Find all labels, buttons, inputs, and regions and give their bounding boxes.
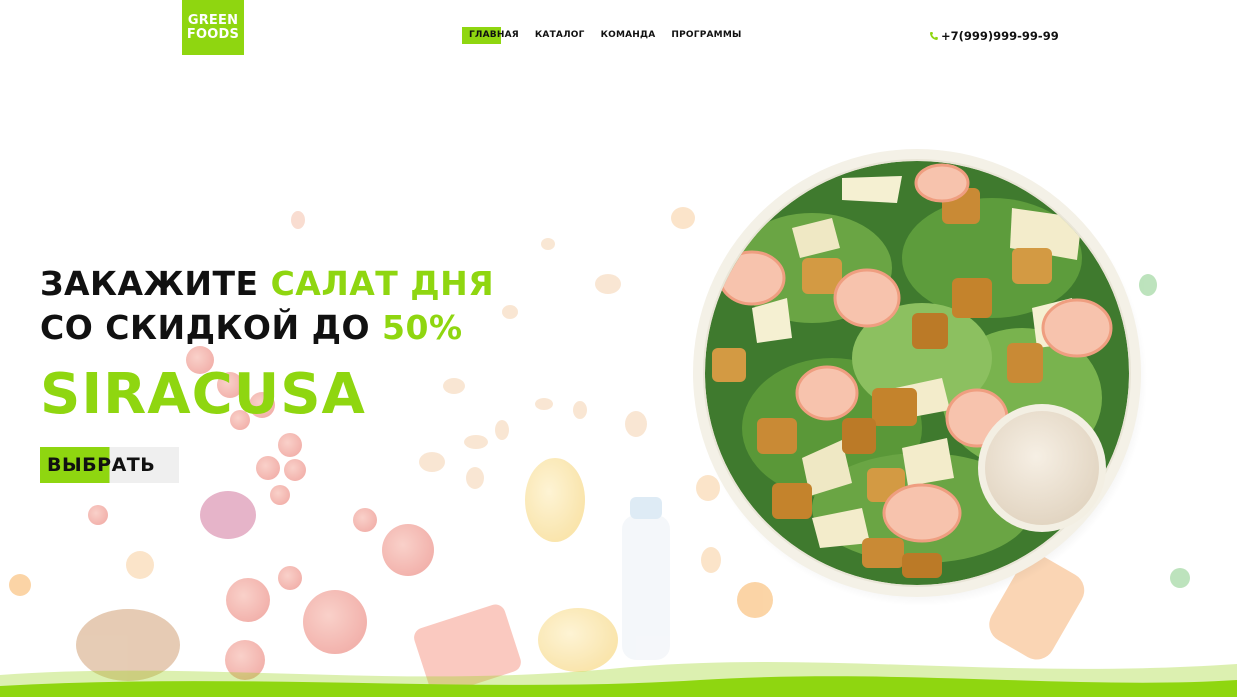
phone-link[interactable]: +7(999)999-99-99 bbox=[929, 29, 1059, 43]
salad-bowl-image bbox=[693, 149, 1147, 606]
hero-headline: ЗАКАЖИТЕ САЛАТ ДНЯ СО СКИДКОЙ ДО 50% bbox=[40, 262, 494, 350]
logo-line-2: FOODS bbox=[186, 26, 240, 42]
product-name: SIRACUSA bbox=[40, 362, 366, 427]
brand-logo[interactable]: GREEN FOODS bbox=[182, 0, 244, 55]
phone-icon bbox=[930, 32, 938, 40]
phone-number: +7(999)999-99-99 bbox=[941, 29, 1059, 43]
nav-item-programs[interactable]: ПРОГРАММЫ bbox=[663, 27, 749, 44]
nav-item-catalog[interactable]: КАТАЛОГ bbox=[527, 27, 593, 44]
headline-line1-accent: САЛАТ ДНЯ bbox=[270, 264, 495, 303]
headline-line2-accent: 50% bbox=[382, 308, 463, 347]
main-navigation: ГЛАВНАЯ КАТАЛОГ КОМАНДА ПРОГРАММЫ bbox=[462, 27, 750, 44]
headline-line2-dark: СО СКИДКОЙ ДО bbox=[40, 308, 383, 347]
nav-item-team[interactable]: КОМАНДА bbox=[593, 27, 664, 44]
nav-item-home[interactable]: ГЛАВНАЯ bbox=[462, 27, 527, 44]
choose-button[interactable]: ВЫБРАТЬ bbox=[40, 447, 179, 483]
logo-line-1: GREEN bbox=[187, 12, 239, 28]
headline-line1-dark: ЗАКАЖИТЕ bbox=[40, 264, 271, 303]
